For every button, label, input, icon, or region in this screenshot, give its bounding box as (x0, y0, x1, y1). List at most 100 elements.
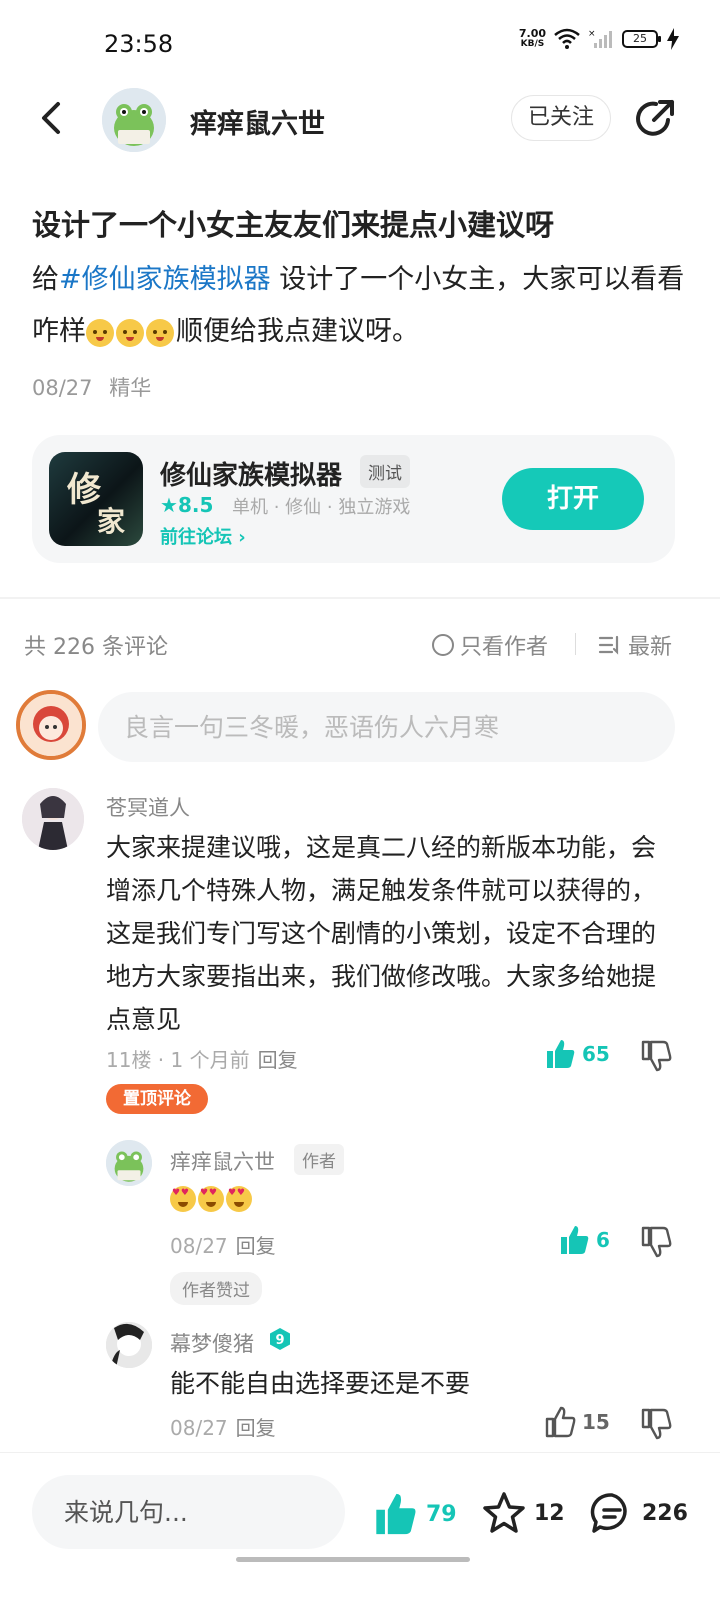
thumbs-up-icon (545, 1406, 576, 1438)
like-button[interactable]: 15 (544, 1406, 610, 1438)
like-button[interactable]: 6 (558, 1224, 610, 1256)
post-body: 给#修仙家族模拟器 设计了一个小女主，大家可以看看咋样 顺便给我点建议呀。 (32, 254, 692, 358)
open-game-button[interactable]: 打开 (502, 468, 644, 530)
status-bar: 23:58 7.00 KB/S × 25 (0, 0, 720, 88)
heart-eyes-emoji-icon (226, 1186, 252, 1212)
post-body-suffix: 顺便给我点建议呀。 (176, 316, 419, 347)
reply-body: 能不能自由选择要还是不要 (170, 1369, 471, 1398)
comment-total-count: 226 (642, 1500, 688, 1526)
thumbs-up-icon (561, 1226, 589, 1254)
separator (575, 633, 576, 655)
level-badge-number: 9 (275, 1333, 284, 1348)
favorite-count: 12 (534, 1500, 565, 1526)
back-icon[interactable] (30, 96, 74, 140)
thumbs-down-icon[interactable] (640, 1408, 672, 1440)
pinned-badge: 置顶评论 (106, 1084, 208, 1114)
thumbs-up-icon (376, 1493, 416, 1535)
my-avatar-image (20, 694, 82, 756)
game-rating-value: 8.5 (177, 493, 214, 517)
reply-meta: 08/27 回复 (170, 1412, 276, 1441)
bottom-bar: 79 12 226 (0, 1452, 720, 1600)
status-icons: 7.00 KB/S × 25 (519, 28, 680, 50)
status-time: 23:58 (104, 30, 174, 58)
thumbs-down-icon[interactable] (640, 1040, 672, 1072)
reply-avatar[interactable] (106, 1322, 152, 1368)
reply-username[interactable]: 痒痒鼠六世 (170, 1146, 275, 1176)
level-badge-icon: 9 (270, 1328, 290, 1350)
network-speed-unit: KB/S (520, 39, 545, 49)
star-icon: ★ (160, 493, 178, 517)
comment-meta: 11楼 · 1 个月前 回复 (106, 1044, 298, 1073)
only-author-label: 只看作者 (460, 635, 549, 660)
comment-body: 大家来提建议哦，这是真二八经的新版本功能，会增添几个特殊人物，满足触发条件就可以… (106, 833, 657, 1034)
top-bar: 痒痒鼠六世 已关注 (0, 88, 720, 152)
author-liked-badge: 作者赞过 (170, 1272, 262, 1305)
commenter-avatar-image (22, 788, 84, 850)
post-title: 设计了一个小女主友友们来提点小建议呀 (32, 208, 555, 242)
hashtag-link[interactable]: #修仙家族模拟器 (59, 264, 271, 295)
sort-label: 最新 (628, 635, 673, 660)
author-avatar[interactable] (102, 88, 166, 152)
like-count: 6 (596, 1228, 610, 1252)
game-icon: 修 家 (49, 452, 143, 546)
radio-circle-icon (432, 634, 454, 656)
forum-link[interactable]: 前往论坛 › (160, 523, 246, 549)
smile-emoji-icon (146, 318, 174, 347)
post-meta: 08/27 精华 (32, 372, 161, 402)
svg-text:×: × (588, 29, 596, 39)
comment-count: 共 226 条评论 (24, 635, 168, 660)
charging-icon (667, 28, 679, 50)
share-icon[interactable] (632, 96, 678, 142)
follow-button[interactable]: 已关注 (511, 95, 611, 141)
wifi-icon (554, 28, 580, 49)
battery-icon: 25 (622, 30, 661, 48)
author-badge: 作者 (294, 1144, 344, 1175)
only-author-toggle[interactable]: 只看作者 (432, 629, 548, 661)
commenter-avatar[interactable] (22, 788, 84, 850)
like-button[interactable]: 65 (544, 1038, 610, 1070)
comment-input[interactable] (98, 692, 675, 762)
post-date: 08/27 (32, 376, 93, 400)
comment-floor-time: 11楼 · 1 个月前 (106, 1048, 250, 1072)
bottom-comment-input[interactable] (32, 1475, 345, 1549)
game-icon-glyph: 修 (67, 470, 101, 510)
chevron-right-icon: › (238, 527, 246, 548)
smile-emoji-icon (86, 318, 114, 347)
game-rating: ★8.5 (160, 493, 213, 517)
game-genres: 单机 · 修仙 · 独立游戏 (232, 497, 411, 518)
reply-button[interactable]: 回复 (236, 1234, 276, 1258)
post-body-prefix: 给 (32, 264, 59, 295)
reply-username[interactable]: 幕梦傻猪 (170, 1328, 254, 1358)
reply-button[interactable]: 回复 (258, 1048, 298, 1072)
reply-meta: 08/27 回复 (170, 1230, 276, 1259)
game-tag: 测试 (360, 455, 410, 488)
reply-date: 08/27 (170, 1416, 228, 1440)
signal-icon: × (588, 29, 612, 48)
forum-link-label: 前往论坛 (160, 527, 232, 548)
post-like-count: 79 (426, 1501, 457, 1527)
comment-bubble-icon (590, 1493, 627, 1533)
my-avatar[interactable] (16, 690, 86, 760)
game-card[interactable]: 修 家 修仙家族模拟器 测试 ★8.5 单机 · 修仙 · 独立游戏 前往论坛 … (32, 435, 675, 563)
author-name[interactable]: 痒痒鼠六世 (190, 102, 325, 141)
reply-avatar-image (106, 1322, 152, 1368)
reply-button[interactable]: 回复 (236, 1416, 276, 1440)
like-count: 65 (582, 1042, 610, 1066)
smile-emoji-icon (116, 318, 144, 347)
reply-avatar[interactable] (106, 1140, 152, 1186)
like-count: 15 (582, 1410, 610, 1434)
comment-username[interactable]: 苍冥道人 (106, 792, 190, 822)
reply-emoji-row (170, 1186, 252, 1212)
post-tag: 精华 (109, 376, 152, 400)
frog-avatar-image (106, 1140, 152, 1186)
thumbs-down-icon[interactable] (640, 1226, 672, 1258)
home-indicator[interactable] (236, 1557, 470, 1562)
sort-button[interactable]: 最新 (598, 629, 672, 661)
comment-input-row (0, 690, 720, 764)
heart-eyes-emoji-icon (198, 1186, 224, 1212)
divider (0, 597, 720, 599)
comments-button[interactable]: 226 (590, 1491, 688, 1535)
heart-eyes-emoji-icon (170, 1186, 196, 1212)
post-like-button[interactable]: 79 (372, 1491, 457, 1537)
favorite-button[interactable]: 12 (482, 1491, 565, 1535)
